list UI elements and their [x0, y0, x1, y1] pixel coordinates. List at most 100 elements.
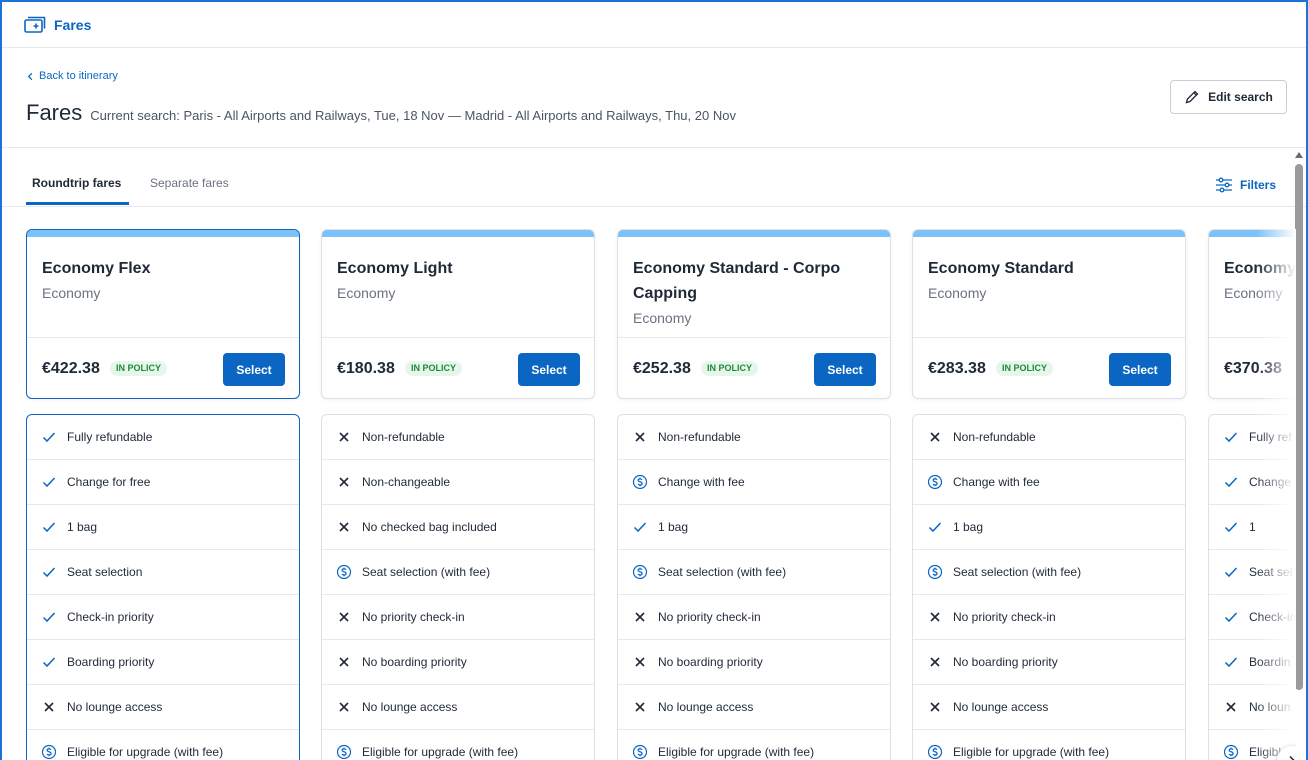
edit-search-button[interactable]: Edit search — [1170, 80, 1287, 114]
fare-feature-row: No boarding priority — [618, 640, 890, 685]
fare-feature-row: Seat selection (with fee) — [322, 550, 594, 595]
fare-features-list: Non-refundable Non-changeable No checked b… — [321, 414, 595, 760]
check-icon — [1223, 474, 1239, 490]
fare-feature-text: No priority check-in — [658, 610, 761, 624]
fare-feature-text: Non-changeable — [362, 475, 451, 489]
fare-card-band — [322, 230, 594, 237]
pencil-icon — [1185, 90, 1199, 104]
cross-icon — [632, 609, 648, 625]
fare-feature-row: No priority check-in — [913, 595, 1185, 640]
fare-price: €180.38 — [337, 360, 395, 377]
cross-icon — [336, 429, 352, 445]
fare-price: €283.38 — [928, 360, 986, 377]
fare-feature-text: Check-in priority — [67, 610, 154, 624]
in-policy-badge: IN POLICY — [405, 361, 463, 376]
cross-icon — [927, 609, 943, 625]
in-policy-badge: IN POLICY — [110, 361, 168, 376]
tab-separate-fares[interactable]: Separate fares — [150, 176, 229, 190]
scrollbar-thumb[interactable] — [1295, 164, 1303, 690]
fare-card-footer: €283.38 IN POLICY Select — [913, 337, 1185, 398]
fee-icon — [632, 564, 648, 580]
check-icon — [927, 519, 943, 535]
fare-feature-text: 1 bag — [67, 520, 98, 534]
fare-feature-row: Non-refundable — [913, 415, 1185, 460]
fare-name-block: Economy Flex Economy — [42, 256, 287, 304]
fare-features-list: Non-refundable Change with fee 1 bag Seat s… — [912, 414, 1186, 760]
fare-feature-text: Change with fee — [953, 475, 1040, 489]
filters-button[interactable]: Filters — [1215, 177, 1276, 193]
check-icon — [41, 474, 57, 490]
fare-class: Economy — [633, 310, 692, 326]
fare-feature-row: No lounge access — [618, 685, 890, 730]
fee-icon — [336, 564, 352, 580]
fare-card-footer: €370.38 — [1209, 337, 1296, 398]
chevron-right-icon — [1289, 755, 1295, 760]
fare-feature-text: No checked bag included — [362, 520, 497, 534]
check-icon — [1223, 654, 1239, 670]
fare-feature-row: Boarding priority — [27, 640, 299, 685]
fee-icon — [1223, 744, 1239, 760]
fee-icon — [632, 474, 648, 490]
fare-feature-row: 1 bag — [27, 505, 299, 550]
fare-card[interactable]: Economy Flex Economy €422.38 IN POLICY Selec… — [26, 229, 300, 399]
fare-feature-row: No boarding priority — [322, 640, 594, 685]
fare-name-block: Economy Economy — [1224, 256, 1296, 304]
fare-card[interactable]: Economy Standard - Corpo Capping Economy €… — [617, 229, 891, 399]
fare-tabs: Roundtrip fares Separate fares Filters — [2, 150, 1306, 207]
current-search-summary: Current search: Paris - All Airports and… — [90, 108, 736, 123]
fare-feature-row: Non-changeable — [322, 460, 594, 505]
fare-feature-text: Change for free — [67, 475, 151, 489]
cross-icon — [927, 699, 943, 715]
select-fare-button[interactable]: Select — [518, 353, 580, 386]
tab-roundtrip-fares[interactable]: Roundtrip fares — [25, 176, 130, 205]
in-policy-badge: IN POLICY — [701, 361, 759, 376]
scroll-up-arrow-icon[interactable] — [1295, 152, 1303, 158]
fare-feature-text: Seat selection (with fee) — [362, 565, 491, 579]
fee-icon — [632, 744, 648, 760]
fee-icon — [927, 744, 943, 760]
cross-icon — [927, 429, 943, 445]
fare-feature-row: Seat selection (with fee) — [913, 550, 1185, 595]
check-icon — [41, 654, 57, 670]
cross-icon — [336, 699, 352, 715]
check-icon — [1223, 519, 1239, 535]
fare-card-band — [1209, 230, 1296, 237]
select-fare-button[interactable]: Select — [1109, 353, 1171, 386]
fare-price: €252.38 — [633, 360, 691, 377]
fare-card[interactable]: Economy Economy €370.38 — [1208, 229, 1296, 399]
fare-feature-row: Eligible for upgrade (with fee) — [27, 730, 299, 760]
fare-feature-text: 1 bag — [953, 520, 984, 534]
cross-icon — [1223, 699, 1239, 715]
fare-column: Economy Light Economy €180.38 IN POLICY Sele… — [321, 229, 595, 760]
check-icon — [41, 609, 57, 625]
fare-feature-text: No boarding priority — [953, 655, 1058, 669]
fare-feature-text: Boardin — [1249, 655, 1291, 669]
fare-feature-text: Seat sel — [1249, 565, 1293, 579]
cross-icon — [336, 474, 352, 490]
top-bar: Fares — [2, 2, 1306, 48]
fare-card[interactable]: Economy Light Economy €180.38 IN POLICY Sele… — [321, 229, 595, 399]
back-to-itinerary-link[interactable]: Back to itinerary — [26, 70, 118, 82]
check-icon — [1223, 564, 1239, 580]
fare-feature-row: No priority check-in — [322, 595, 594, 640]
fare-feature-text: Seat selection (with fee) — [953, 565, 1082, 579]
fare-name: Economy Light — [337, 260, 453, 277]
fee-icon — [927, 564, 943, 580]
fare-feature-text: Eligible for upgrade (with fee) — [362, 745, 519, 759]
fare-card[interactable]: Economy Standard Economy €283.38 IN POLICY S… — [912, 229, 1186, 399]
select-fare-button[interactable]: Select — [223, 353, 285, 386]
fare-feature-row: Check-in — [1209, 595, 1296, 640]
fare-feature-text: Eligible for upgrade (with fee) — [67, 745, 224, 759]
fare-feature-row: Non-refundable — [618, 415, 890, 460]
fare-feature-row: Change — [1209, 460, 1296, 505]
chevron-left-icon — [27, 72, 33, 80]
fare-feature-row: Seat sel — [1209, 550, 1296, 595]
select-fare-button[interactable]: Select — [814, 353, 876, 386]
fare-features-list: Fully refundable Change for free 1 bag Seat… — [26, 414, 300, 760]
back-link-label: Back to itinerary — [39, 70, 118, 82]
fare-feature-text: Non-refundable — [362, 430, 445, 444]
cross-icon — [336, 519, 352, 535]
fare-feature-row: Seat selection (with fee) — [618, 550, 890, 595]
fare-feature-row: Eligible for upgrade (with fee) — [618, 730, 890, 760]
fare-name: Economy Standard - Corpo Capping — [633, 260, 841, 302]
